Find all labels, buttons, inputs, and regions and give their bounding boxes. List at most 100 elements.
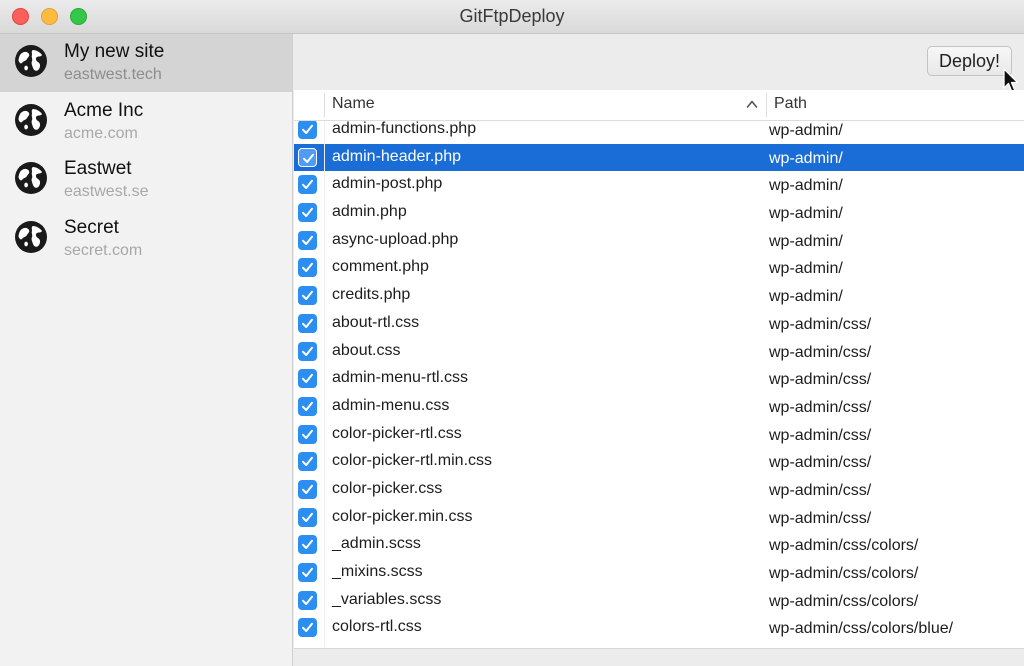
table-row[interactable]: color-picker.css wp-admin/css/ — [294, 476, 1024, 504]
table-row[interactable]: admin-menu-rtl.css wp-admin/css/ — [294, 365, 1024, 393]
file-path-cell: wp-admin/css/colors/ — [769, 592, 919, 610]
table-row[interactable]: comment.php wp-admin/ — [294, 254, 1024, 282]
include-file-checkbox[interactable] — [298, 286, 317, 306]
file-rows: admin-functions.php wp-admin/admin-header… — [294, 116, 1024, 642]
table-row[interactable]: admin-post.php wp-admin/ — [294, 171, 1024, 199]
file-name-cell: admin-menu-rtl.css — [332, 369, 469, 387]
file-path-cell: wp-admin/ — [769, 122, 843, 139]
include-file-checkbox[interactable] — [298, 175, 317, 195]
file-name-cell: color-picker-rtl.css — [332, 424, 462, 442]
include-file-checkbox[interactable] — [298, 452, 317, 472]
table-row[interactable]: _admin.scss wp-admin/css/colors/ — [294, 531, 1024, 559]
header-separator — [324, 93, 325, 117]
file-path-cell: wp-admin/ — [769, 260, 843, 278]
file-path-cell: wp-admin/css/ — [769, 481, 872, 499]
table-row[interactable]: about-rtl.css wp-admin/css/ — [294, 310, 1024, 338]
file-name-cell: _variables.scss — [332, 590, 442, 608]
include-file-checkbox[interactable] — [298, 258, 317, 278]
file-path-cell: wp-admin/css/ — [769, 509, 872, 527]
file-name-cell: about.css — [332, 341, 401, 359]
file-path-cell: wp-admin/css/ — [769, 315, 872, 333]
file-path-cell: wp-admin/css/ — [769, 343, 872, 361]
sidebar-site-item[interactable]: My new site eastwest.tech — [0, 34, 292, 92]
site-name: My new site — [64, 41, 165, 62]
file-name-cell: color-picker.css — [332, 479, 443, 497]
column-header-path[interactable]: Path — [774, 95, 807, 113]
file-name-cell: comment.php — [332, 258, 429, 276]
file-name-cell: admin-functions.php — [332, 120, 477, 137]
table-row[interactable]: _mixins.scss wp-admin/css/colors/ — [294, 559, 1024, 587]
file-name-cell: admin-header.php — [332, 147, 461, 165]
include-file-checkbox[interactable] — [298, 563, 317, 582]
file-table: admin-functions.php wp-admin/admin-header… — [294, 90, 1024, 648]
table-header: Name Path — [294, 90, 1024, 121]
site-domain: acme.com — [64, 124, 138, 142]
table-row[interactable]: about.css wp-admin/css/ — [294, 338, 1024, 366]
include-file-checkbox[interactable] — [298, 424, 317, 444]
sort-ascending-icon[interactable] — [746, 99, 758, 109]
table-row[interactable]: credits.php wp-admin/ — [294, 282, 1024, 310]
status-bar — [294, 648, 1024, 666]
site-name: Acme Inc — [64, 99, 144, 121]
title-bar[interactable]: GitFtpDeploy — [0, 0, 1024, 34]
sidebar-site-item[interactable]: Eastwet eastwest.se — [0, 151, 292, 209]
include-file-checkbox[interactable] — [298, 479, 317, 499]
file-path-cell: wp-admin/css/colors/ — [769, 537, 919, 555]
table-row[interactable]: async-upload.php wp-admin/ — [294, 227, 1024, 255]
table-row[interactable]: colors-rtl.css wp-admin/css/colors/blue/ — [294, 614, 1024, 642]
globe-icon — [14, 103, 48, 137]
table-row[interactable]: admin-header.php wp-admin/ — [294, 143, 1024, 172]
table-row[interactable]: color-picker.min.css wp-admin/css/ — [294, 504, 1024, 532]
file-path-cell: wp-admin/ — [769, 177, 843, 195]
file-path-cell: wp-admin/ — [769, 149, 843, 167]
file-name-cell: color-picker-rtl.min.css — [332, 452, 493, 470]
include-file-checkbox[interactable] — [298, 313, 317, 333]
site-name: Secret — [64, 216, 119, 238]
table-row[interactable]: _variables.scss wp-admin/css/colors/ — [294, 587, 1024, 615]
sidebar-site-item[interactable]: Acme Inc acme.com — [0, 93, 292, 151]
file-path-cell: wp-admin/ — [769, 288, 843, 306]
include-file-checkbox[interactable] — [298, 341, 317, 361]
table-row[interactable]: admin-menu.css wp-admin/css/ — [294, 393, 1024, 421]
include-file-checkbox[interactable] — [298, 369, 317, 389]
include-file-checkbox[interactable] — [298, 535, 317, 555]
file-path-cell: wp-admin/ — [769, 205, 843, 223]
file-path-cell: wp-admin/css/ — [769, 454, 872, 472]
include-file-checkbox[interactable] — [298, 507, 317, 527]
file-name-cell: _admin.scss — [332, 535, 421, 553]
include-file-checkbox[interactable] — [298, 203, 317, 223]
globe-icon — [14, 220, 48, 254]
file-name-cell: _mixins.scss — [332, 563, 423, 580]
include-file-checkbox[interactable] — [298, 120, 317, 139]
site-sidebar: My new site eastwest.tech Acme Inc acme.com… — [0, 34, 293, 666]
column-header-name[interactable]: Name — [332, 95, 375, 113]
table-row[interactable]: admin.php wp-admin/ — [294, 199, 1024, 227]
site-domain: eastwest.tech — [64, 66, 162, 83]
file-name-cell: admin.php — [332, 203, 407, 221]
include-file-checkbox[interactable] — [298, 618, 317, 638]
app-window: GitFtpDeploy My new site eastwest.tech Acm… — [0, 0, 1024, 666]
column-divider — [324, 121, 325, 648]
deploy-button[interactable]: Deploy! — [926, 46, 1012, 76]
window-title: GitFtpDeploy — [459, 6, 565, 26]
globe-icon — [14, 44, 48, 78]
table-row[interactable]: color-picker-rtl.css wp-admin/css/ — [294, 421, 1024, 449]
sidebar-site-item[interactable]: Secret secret.com — [0, 210, 292, 268]
file-name-cell: color-picker.min.css — [332, 507, 473, 525]
file-name-cell: async-upload.php — [332, 230, 459, 248]
file-name-cell: about-rtl.css — [332, 313, 420, 331]
site-name: Eastwet — [64, 158, 132, 179]
site-domain: eastwest.se — [64, 183, 149, 200]
header-separator[interactable] — [766, 93, 767, 117]
table-row[interactable]: color-picker-rtl.min.css wp-admin/css/ — [294, 448, 1024, 476]
file-path-cell: wp-admin/css/ — [769, 398, 872, 416]
file-path-cell: wp-admin/css/ — [769, 371, 872, 389]
file-path-cell: wp-admin/css/colors/blue/ — [769, 620, 954, 638]
file-path-cell: wp-admin/css/ — [769, 426, 872, 444]
include-file-checkbox[interactable] — [298, 230, 317, 250]
include-file-checkbox[interactable] — [298, 590, 317, 610]
include-file-checkbox[interactable] — [298, 396, 317, 416]
site-domain: secret.com — [64, 241, 143, 259]
globe-icon — [14, 161, 48, 195]
include-file-checkbox[interactable] — [298, 147, 317, 167]
